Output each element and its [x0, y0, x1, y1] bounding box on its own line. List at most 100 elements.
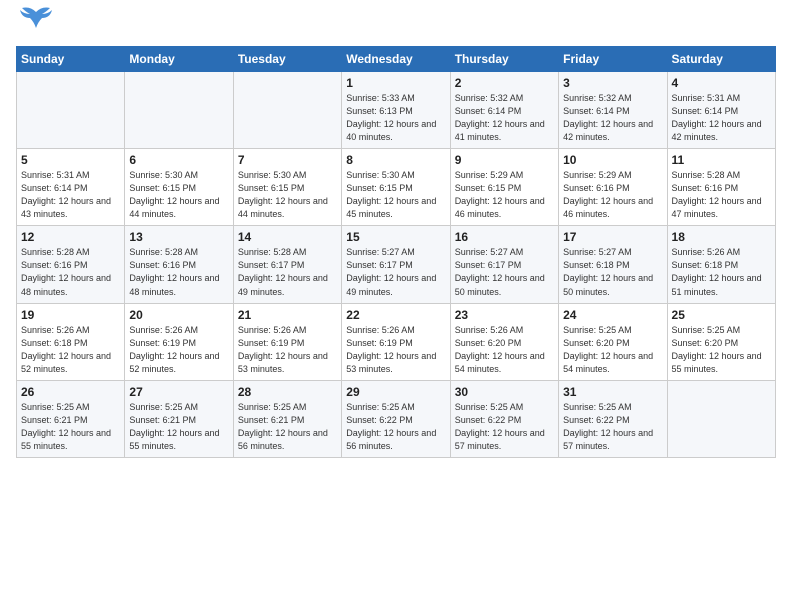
calendar-day-cell: 31 Sunrise: 5:25 AMSunset: 6:22 PMDayligh… [559, 380, 667, 457]
weekday-header-saturday: Saturday [667, 47, 775, 72]
day-info: Sunrise: 5:25 AMSunset: 6:21 PMDaylight:… [238, 401, 337, 453]
calendar-day-cell: 5 Sunrise: 5:31 AMSunset: 6:14 PMDaylight… [17, 149, 125, 226]
calendar-day-cell: 18 Sunrise: 5:26 AMSunset: 6:18 PMDayligh… [667, 226, 775, 303]
logo-bird-icon [18, 4, 54, 32]
day-number: 26 [21, 385, 120, 399]
day-number: 18 [672, 230, 771, 244]
day-info: Sunrise: 5:26 AMSunset: 6:19 PMDaylight:… [238, 324, 337, 376]
weekday-header-row: SundayMondayTuesdayWednesdayThursdayFrid… [17, 47, 776, 72]
day-info: Sunrise: 5:30 AMSunset: 6:15 PMDaylight:… [346, 169, 445, 221]
calendar-day-cell: 26 Sunrise: 5:25 AMSunset: 6:21 PMDayligh… [17, 380, 125, 457]
day-number: 5 [21, 153, 120, 167]
calendar-day-cell [233, 72, 341, 149]
calendar-day-cell: 6Sunrise: 5:30 AMSunset: 6:15 PMDaylight… [125, 149, 233, 226]
logo [16, 16, 54, 38]
day-info: Sunrise: 5:26 AMSunset: 6:19 PMDaylight:… [129, 324, 228, 376]
day-number: 12 [21, 230, 120, 244]
day-number: 19 [21, 308, 120, 322]
calendar-day-cell: 22Sunrise: 5:26 AMSunset: 6:19 PMDayligh… [342, 303, 450, 380]
calendar-day-cell: 4 Sunrise: 5:31 AMSunset: 6:14 PMDaylight… [667, 72, 775, 149]
weekday-header-sunday: Sunday [17, 47, 125, 72]
day-number: 6 [129, 153, 228, 167]
calendar-day-cell: 2Sunrise: 5:32 AMSunset: 6:14 PMDaylight… [450, 72, 558, 149]
day-number: 31 [563, 385, 662, 399]
calendar-day-cell: 1Sunrise: 5:33 AMSunset: 6:13 PMDaylight… [342, 72, 450, 149]
day-info: Sunrise: 5:32 AMSunset: 6:14 PMDaylight:… [455, 92, 554, 144]
day-number: 7 [238, 153, 337, 167]
weekday-header-tuesday: Tuesday [233, 47, 341, 72]
day-info: Sunrise: 5:28 AMSunset: 6:16 PMDaylight:… [21, 246, 120, 298]
day-info: Sunrise: 5:25 AMSunset: 6:20 PMDaylight:… [672, 324, 771, 376]
calendar-day-cell: 19 Sunrise: 5:26 AMSunset: 6:18 PMDayligh… [17, 303, 125, 380]
calendar-day-cell: 16Sunrise: 5:27 AMSunset: 6:17 PMDayligh… [450, 226, 558, 303]
day-number: 1 [346, 76, 445, 90]
calendar-day-cell: 9 Sunrise: 5:29 AMSunset: 6:15 PMDaylight… [450, 149, 558, 226]
day-info: Sunrise: 5:28 AMSunset: 6:16 PMDaylight:… [129, 246, 228, 298]
day-info: Sunrise: 5:26 AMSunset: 6:20 PMDaylight:… [455, 324, 554, 376]
calendar-day-cell [17, 72, 125, 149]
day-number: 4 [672, 76, 771, 90]
calendar-day-cell: 14 Sunrise: 5:28 AMSunset: 6:17 PMDayligh… [233, 226, 341, 303]
day-info: Sunrise: 5:25 AMSunset: 6:22 PMDaylight:… [455, 401, 554, 453]
day-number: 3 [563, 76, 662, 90]
day-info: Sunrise: 5:26 AMSunset: 6:19 PMDaylight:… [346, 324, 445, 376]
day-number: 11 [672, 153, 771, 167]
calendar-table: SundayMondayTuesdayWednesdayThursdayFrid… [16, 46, 776, 458]
day-info: Sunrise: 5:28 AMSunset: 6:17 PMDaylight:… [238, 246, 337, 298]
calendar-day-cell: 10Sunrise: 5:29 AMSunset: 6:16 PMDayligh… [559, 149, 667, 226]
day-info: Sunrise: 5:25 AMSunset: 6:21 PMDaylight:… [21, 401, 120, 453]
calendar-day-cell: 20 Sunrise: 5:26 AMSunset: 6:19 PMDayligh… [125, 303, 233, 380]
day-info: Sunrise: 5:31 AMSunset: 6:14 PMDaylight:… [672, 92, 771, 144]
calendar-day-cell: 17 Sunrise: 5:27 AMSunset: 6:18 PMDayligh… [559, 226, 667, 303]
day-info: Sunrise: 5:32 AMSunset: 6:14 PMDaylight:… [563, 92, 662, 144]
calendar-day-cell: 7 Sunrise: 5:30 AMSunset: 6:15 PMDaylight… [233, 149, 341, 226]
calendar-week-row: 19 Sunrise: 5:26 AMSunset: 6:18 PMDayligh… [17, 303, 776, 380]
day-number: 30 [455, 385, 554, 399]
calendar-day-cell: 11 Sunrise: 5:28 AMSunset: 6:16 PMDayligh… [667, 149, 775, 226]
calendar-day-cell: 29 Sunrise: 5:25 AMSunset: 6:22 PMDayligh… [342, 380, 450, 457]
calendar-day-cell: 23 Sunrise: 5:26 AMSunset: 6:20 PMDayligh… [450, 303, 558, 380]
day-info: Sunrise: 5:27 AMSunset: 6:17 PMDaylight:… [346, 246, 445, 298]
calendar-day-cell [125, 72, 233, 149]
calendar-day-cell: 8 Sunrise: 5:30 AMSunset: 6:15 PMDaylight… [342, 149, 450, 226]
calendar-week-row: 26 Sunrise: 5:25 AMSunset: 6:21 PMDayligh… [17, 380, 776, 457]
weekday-header-wednesday: Wednesday [342, 47, 450, 72]
day-info: Sunrise: 5:26 AMSunset: 6:18 PMDaylight:… [672, 246, 771, 298]
day-info: Sunrise: 5:28 AMSunset: 6:16 PMDaylight:… [672, 169, 771, 221]
day-number: 17 [563, 230, 662, 244]
calendar-day-cell: 30 Sunrise: 5:25 AMSunset: 6:22 PMDayligh… [450, 380, 558, 457]
weekday-header-thursday: Thursday [450, 47, 558, 72]
day-number: 16 [455, 230, 554, 244]
day-number: 9 [455, 153, 554, 167]
weekday-header-monday: Monday [125, 47, 233, 72]
calendar-day-cell: 21 Sunrise: 5:26 AMSunset: 6:19 PMDayligh… [233, 303, 341, 380]
calendar-day-cell: 13Sunrise: 5:28 AMSunset: 6:16 PMDayligh… [125, 226, 233, 303]
calendar-day-cell: 27 Sunrise: 5:25 AMSunset: 6:21 PMDayligh… [125, 380, 233, 457]
day-info: Sunrise: 5:27 AMSunset: 6:18 PMDaylight:… [563, 246, 662, 298]
day-number: 21 [238, 308, 337, 322]
day-info: Sunrise: 5:25 AMSunset: 6:20 PMDaylight:… [563, 324, 662, 376]
day-info: Sunrise: 5:25 AMSunset: 6:22 PMDaylight:… [563, 401, 662, 453]
day-number: 29 [346, 385, 445, 399]
day-number: 27 [129, 385, 228, 399]
weekday-header-friday: Friday [559, 47, 667, 72]
day-info: Sunrise: 5:25 AMSunset: 6:22 PMDaylight:… [346, 401, 445, 453]
calendar-day-cell: 12 Sunrise: 5:28 AMSunset: 6:16 PMDayligh… [17, 226, 125, 303]
day-number: 23 [455, 308, 554, 322]
day-info: Sunrise: 5:29 AMSunset: 6:15 PMDaylight:… [455, 169, 554, 221]
day-info: Sunrise: 5:30 AMSunset: 6:15 PMDaylight:… [238, 169, 337, 221]
day-number: 25 [672, 308, 771, 322]
day-info: Sunrise: 5:25 AMSunset: 6:21 PMDaylight:… [129, 401, 228, 453]
calendar-week-row: 12 Sunrise: 5:28 AMSunset: 6:16 PMDayligh… [17, 226, 776, 303]
day-info: Sunrise: 5:26 AMSunset: 6:18 PMDaylight:… [21, 324, 120, 376]
day-number: 15 [346, 230, 445, 244]
calendar-day-cell: 15 Sunrise: 5:27 AMSunset: 6:17 PMDayligh… [342, 226, 450, 303]
calendar-week-row: 1Sunrise: 5:33 AMSunset: 6:13 PMDaylight… [17, 72, 776, 149]
day-number: 8 [346, 153, 445, 167]
day-number: 20 [129, 308, 228, 322]
day-info: Sunrise: 5:31 AMSunset: 6:14 PMDaylight:… [21, 169, 120, 221]
page-header [16, 16, 776, 38]
day-number: 24 [563, 308, 662, 322]
calendar-week-row: 5 Sunrise: 5:31 AMSunset: 6:14 PMDaylight… [17, 149, 776, 226]
day-number: 14 [238, 230, 337, 244]
